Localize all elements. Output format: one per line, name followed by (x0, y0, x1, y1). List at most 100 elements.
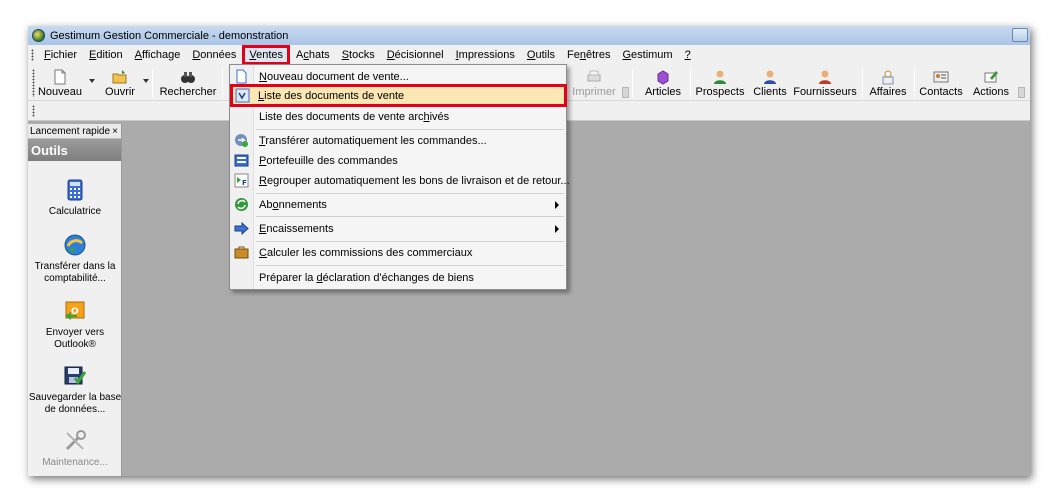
submenu-arrow-icon (555, 201, 559, 209)
articles-button[interactable]: Articles (640, 66, 686, 100)
menu-liste-documents-archives[interactable]: Liste des documents de vente archivés (231, 107, 565, 127)
tool-transferer-comptabilite[interactable]: Transférer dans la comptabilité... (28, 233, 122, 285)
window-control-button[interactable] (1012, 28, 1028, 42)
save-database-icon (63, 364, 87, 388)
actions-icon (983, 69, 999, 85)
transfer-orders-icon (234, 133, 249, 148)
tool-envoyer-outlook[interactable]: O Envoyer vers Outlook® (28, 299, 122, 351)
tool-label: Transférer dans la (34, 261, 116, 272)
menu-impressions[interactable]: Impressions (450, 47, 521, 63)
svg-text:F: F (242, 179, 247, 187)
menu-ventes[interactable]: Ventes (242, 45, 291, 65)
tool-label: de données... (44, 404, 106, 415)
group-delivery-icon: F (234, 173, 249, 188)
menu-bar: Fichier Edition Affichage Données Ventes… (28, 45, 1030, 65)
nouveau-label: Nouveau (37, 86, 83, 98)
toolbar2-grip-icon[interactable] (32, 105, 35, 117)
fournisseurs-button[interactable]: Fournisseurs (793, 66, 857, 100)
close-panel-icon[interactable]: × (112, 126, 118, 137)
printer-icon (586, 69, 602, 85)
tool-label: Outlook® (54, 339, 96, 350)
app-window: Gestimum Gestion Commerciale - demonstra… (28, 26, 1030, 476)
new-document-icon (52, 69, 68, 85)
menu-encaissements[interactable]: Encaissements (231, 219, 565, 239)
quick-launch-tab[interactable]: Lancement rapide × (28, 124, 121, 139)
submenu-arrow-icon (555, 225, 559, 233)
menu-edition[interactable]: Edition (83, 47, 129, 63)
articles-label: Articles (644, 86, 682, 98)
affaires-button[interactable]: Affaires (866, 66, 910, 100)
tool-label: Envoyer vers (45, 327, 105, 338)
app-logo-icon (32, 29, 45, 42)
prospects-label: Prospects (695, 86, 745, 98)
menu-abonnements[interactable]: Abonnements (231, 195, 565, 215)
binoculars-icon (180, 69, 196, 85)
window-title: Gestimum Gestion Commerciale - demonstra… (50, 29, 289, 42)
tool-sauvegarder-base[interactable]: Sauvegarder la base de données... (28, 364, 122, 416)
menu-stocks[interactable]: Stocks (336, 47, 381, 63)
calculator-icon (63, 178, 87, 202)
tool-label: comptabilité... (44, 273, 106, 284)
toolbar-separator (914, 69, 915, 97)
prospects-button[interactable]: Prospects (694, 66, 746, 100)
tool-label: Sauvegarder la base (28, 392, 122, 403)
affaires-label: Affaires (869, 86, 907, 98)
toolbar-overflow-icon[interactable] (622, 87, 629, 98)
menu-outils[interactable]: Outils (521, 47, 561, 63)
outils-header[interactable]: Outils (28, 139, 121, 161)
outlook-icon: O (63, 299, 87, 323)
menu-achats[interactable]: Achats (290, 47, 336, 63)
prospect-person-icon (712, 69, 728, 85)
document-list-icon (235, 88, 250, 103)
menu-portefeuille-commandes[interactable]: Portefeuille des commandes (231, 151, 565, 171)
toolbar-grip-icon[interactable] (32, 69, 35, 97)
tool-maintenance[interactable]: Maintenance... (28, 429, 122, 469)
wrench-screwdriver-icon (63, 429, 87, 453)
menu-decisionnel[interactable]: Décisionnel (381, 47, 450, 63)
menu-liste-documents-vente[interactable]: Liste des documents de vente (230, 84, 567, 107)
contacts-button[interactable]: Contacts (918, 66, 964, 100)
toolbar-separator (152, 69, 153, 97)
actions-button[interactable]: Actions (968, 66, 1014, 100)
clients-button[interactable]: Clients (750, 66, 790, 100)
new-document-icon (234, 69, 249, 84)
tool-label: Calculatrice (48, 206, 102, 217)
nouveau-button[interactable]: Nouveau (38, 66, 82, 100)
menu-help[interactable]: ? (679, 47, 697, 63)
cube-icon (655, 69, 671, 85)
quick-launch-tab-label: Lancement rapide (30, 125, 111, 137)
title-bar: Gestimum Gestion Commerciale - demonstra… (28, 26, 1030, 45)
ouvrir-dropdown-icon[interactable] (143, 79, 149, 83)
portfolio-icon (234, 153, 249, 168)
menu-regrouper-bons[interactable]: F Regrouper automatiquement les bons de … (231, 171, 570, 191)
imprimer-button[interactable]: Imprimer (568, 66, 620, 100)
menu-separator (256, 193, 564, 194)
rechercher-button[interactable]: Rechercher (158, 66, 218, 100)
menu-fenetres[interactable]: Fenêtres (561, 47, 616, 63)
refresh-cycle-icon (234, 197, 249, 212)
briefcase-icon (234, 245, 249, 260)
menu-affichage[interactable]: Affichage (129, 47, 187, 63)
tool-calculatrice[interactable]: Calculatrice (28, 178, 122, 218)
menu-donnees[interactable]: Données (186, 47, 242, 63)
arrow-right-icon (234, 221, 249, 236)
ventes-dropdown-menu: Nouveau document de vente... Liste des d… (229, 64, 570, 290)
quick-launch-panel: Lancement rapide × Outils Calculatrice T… (28, 124, 122, 476)
nouveau-dropdown-icon[interactable] (89, 79, 95, 83)
toolbar-separator (222, 69, 223, 97)
rechercher-label: Rechercher (159, 86, 217, 98)
toolbar-overflow-icon[interactable] (1018, 87, 1025, 98)
menu-declaration-echanges[interactable]: Préparer la déclaration d'échanges de bi… (231, 268, 565, 288)
ouvrir-label: Ouvrir (105, 86, 135, 98)
affaires-icon (880, 69, 896, 85)
menu-transferer-commandes[interactable]: Transférer automatiquement les commandes… (231, 131, 565, 151)
ouvrir-button[interactable]: Ouvrir (100, 66, 140, 100)
client-person-icon (762, 69, 778, 85)
menu-calculer-commissions[interactable]: Calculer les commissions des commerciaux (231, 243, 565, 263)
menu-gestimum[interactable]: Gestimum (616, 47, 678, 63)
menu-fichier[interactable]: Fichier (38, 47, 83, 63)
actions-label: Actions (972, 86, 1010, 98)
menu-separator (256, 216, 564, 217)
menubar-grip-icon[interactable] (31, 49, 34, 61)
supplier-person-icon (817, 69, 833, 85)
